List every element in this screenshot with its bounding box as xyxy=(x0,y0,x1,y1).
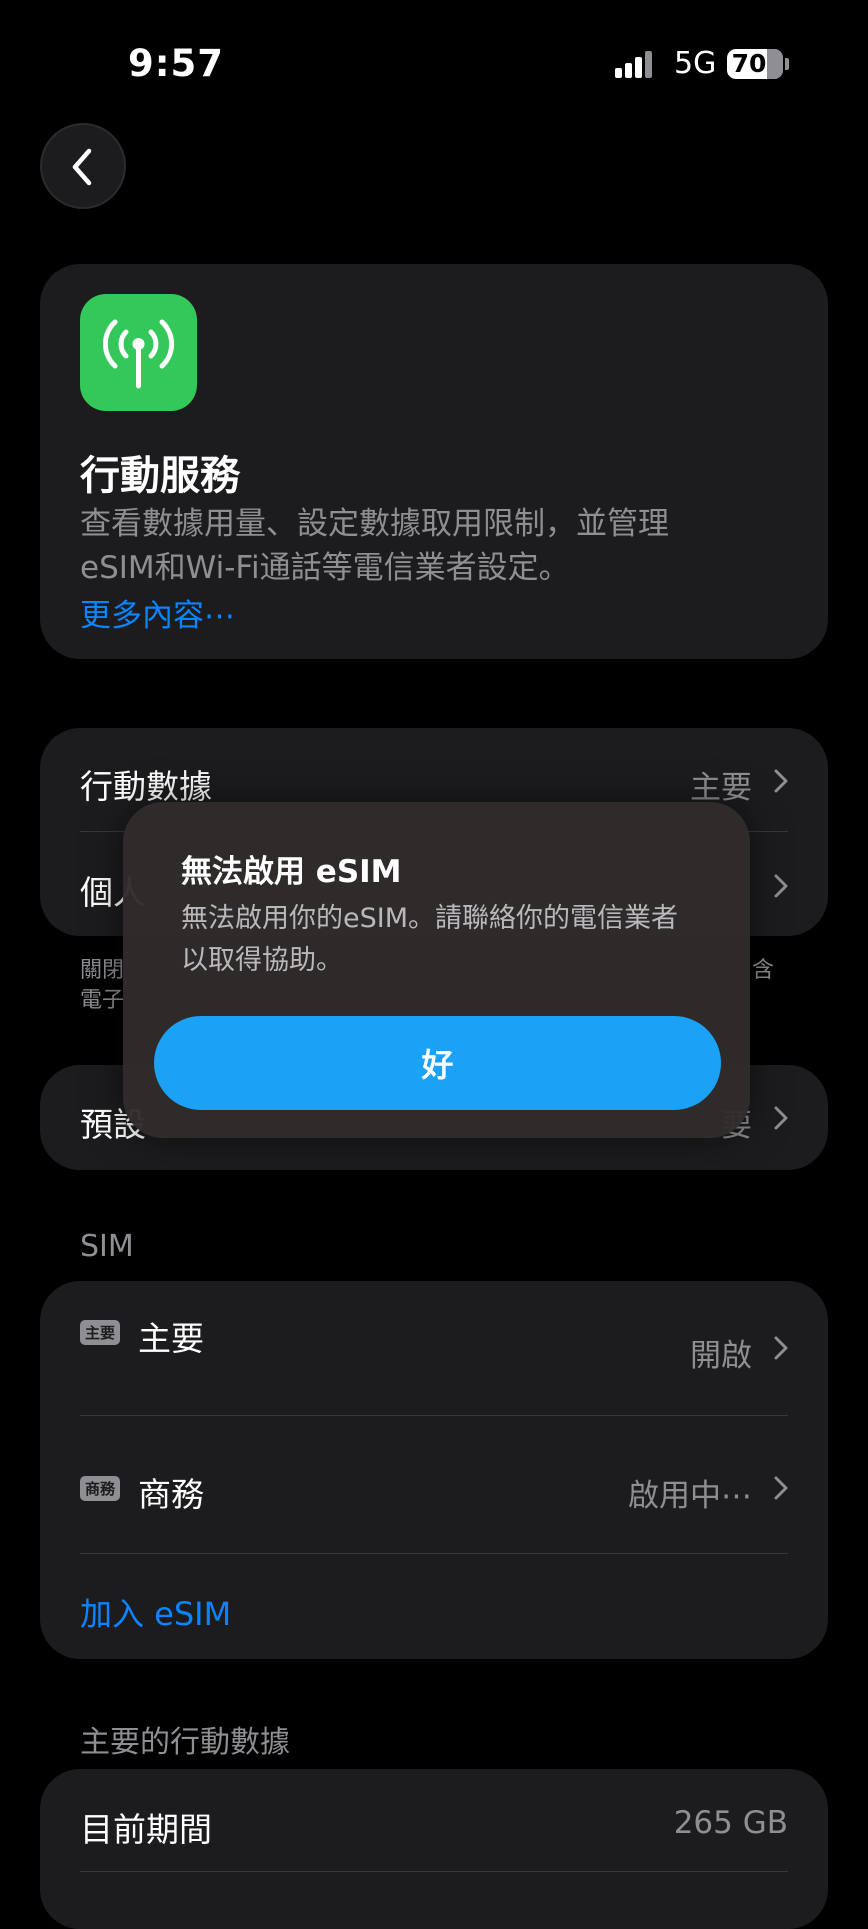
footnote-line2: 電子 xyxy=(80,988,125,1013)
row-divider xyxy=(80,1553,788,1554)
antenna-icon xyxy=(80,294,197,411)
sim-badge-primary: 主要 xyxy=(80,1320,121,1345)
row-divider xyxy=(80,1415,788,1416)
footnote-line1: 關閉 xyxy=(80,958,125,983)
battery-tip xyxy=(785,58,789,70)
page-description: 查看數據用量、設定數據取用限制，並管理 eSIM和Wi‑Fi通話等電信業者設定。 xyxy=(80,506,669,586)
chevron-left-icon xyxy=(72,148,92,186)
battery-icon: 70 xyxy=(727,49,783,79)
sim-primary-status[interactable]: 開啟 xyxy=(600,1330,752,1375)
esim-error-alert: 無法啟用 eSIM 無法啟用你的eSIM。請聯絡你的電信業者以取得協助。 好 xyxy=(123,802,750,1138)
row-divider xyxy=(80,1871,788,1872)
current-period-value: 265 GB xyxy=(673,1805,788,1841)
status-time: 9:57 xyxy=(128,42,225,85)
ok-button[interactable]: 好 xyxy=(154,1016,721,1110)
alert-message: 無法啟用你的eSIM。請聯絡你的電信業者以取得協助。 xyxy=(181,903,679,976)
chevron-right-icon xyxy=(774,1106,788,1130)
sim-business-status[interactable]: 啟用中⋯ xyxy=(560,1470,752,1515)
more-info-link[interactable]: 更多內容⋯ xyxy=(80,590,235,635)
cellular-data-row-label[interactable]: 行動數據 xyxy=(80,760,212,808)
chevron-right-icon xyxy=(774,874,788,898)
footnote-tail: 含 xyxy=(752,958,775,983)
add-esim-button[interactable]: 加入 eSIM xyxy=(80,1589,231,1635)
sim-business-label[interactable]: 商務 xyxy=(138,1468,204,1516)
chevron-right-icon xyxy=(774,1476,788,1500)
page-title: 行動服務 xyxy=(80,453,240,499)
alert-title: 無法啟用 eSIM xyxy=(181,854,402,890)
data-usage-section-header: 主要的行動數據 xyxy=(80,1725,290,1760)
current-period-label: 目前期間 xyxy=(80,1810,212,1849)
sim-primary-label[interactable]: 主要 xyxy=(138,1312,204,1360)
sim-badge-business: 商務 xyxy=(80,1476,121,1501)
network-type: 5G xyxy=(674,46,717,81)
signal-strength-icon xyxy=(615,50,659,78)
back-button[interactable] xyxy=(40,123,126,209)
sim-section-header: SIM xyxy=(80,1229,134,1264)
chevron-right-icon xyxy=(774,769,788,793)
battery-level: 70 xyxy=(731,49,767,78)
chevron-right-icon xyxy=(774,1336,788,1360)
cellular-data-row-value[interactable]: 主要 xyxy=(600,762,752,807)
